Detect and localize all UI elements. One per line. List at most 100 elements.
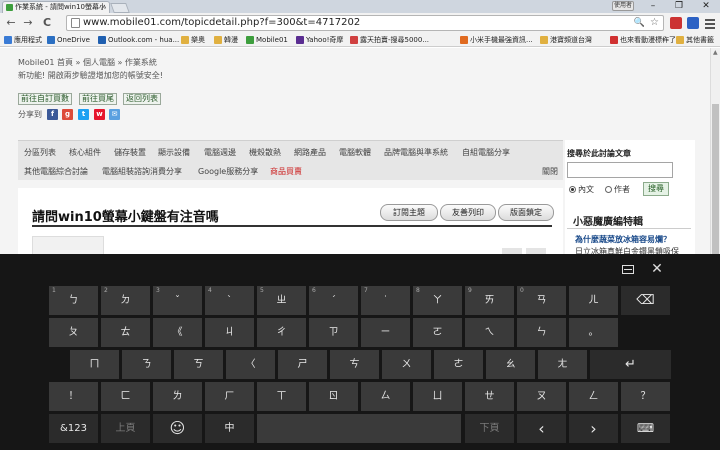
bookmark-item[interactable]: OneDrive [47, 35, 90, 45]
page-scrollbar[interactable]: ▲ [710, 48, 720, 254]
enter-key[interactable]: ↵ [590, 350, 671, 379]
key-row4[interactable]: ㄝ [465, 382, 514, 411]
bookmark-item[interactable]: Mobile01 [246, 35, 288, 45]
key-row3[interactable]: 〈 [226, 350, 275, 379]
key-row3[interactable]: ㄤ [538, 350, 587, 379]
promo-text[interactable]: 日立冰箱真鮮白金鑽黑鎖吸保 [575, 246, 679, 254]
page-info-icon[interactable] [71, 18, 80, 28]
search-button[interactable]: 搜尋 [643, 182, 669, 196]
prev-page-key[interactable]: 上頁 [101, 414, 150, 443]
key-row2[interactable]: ㄊ [101, 318, 150, 347]
key-row4[interactable]: ㄏ [205, 382, 254, 411]
key-row1[interactable]: 3ˇ [153, 286, 202, 315]
key-row3[interactable]: ㄋ [122, 350, 171, 379]
category-link[interactable]: Google服務分享 [198, 166, 258, 177]
category-link[interactable]: 其他電腦綜合討論 [24, 166, 88, 177]
back-button[interactable]: ← [4, 16, 18, 30]
browser-tab[interactable]: 作業系統 - 請問win10螢幕小 × [2, 1, 110, 13]
key-row1[interactable]: 9ㄞ [465, 286, 514, 315]
key-row1[interactable]: 0ㄢ [517, 286, 566, 315]
category-link[interactable]: 網路產品 [294, 147, 326, 158]
extension-abp-icon[interactable] [670, 17, 682, 29]
key-row3[interactable]: ㄇ [70, 350, 119, 379]
radio-content[interactable]: 內文 [569, 184, 594, 195]
key-row2[interactable]: ㄗ [309, 318, 358, 347]
twitter-icon[interactable]: t [78, 109, 89, 120]
tab-close-icon[interactable]: × [100, 2, 106, 13]
category-link[interactable]: 電腦週邊 [204, 147, 236, 158]
bookmark-item[interactable]: 應用程式 [4, 35, 42, 45]
facebook-icon[interactable]: f [47, 109, 58, 120]
reload-button[interactable]: C [40, 16, 54, 30]
key-row4[interactable]: ㄩ [413, 382, 462, 411]
category-link[interactable]: 機殼散熱 [249, 147, 281, 158]
key-row3[interactable]: ㄠ [486, 350, 535, 379]
bookmark-item[interactable]: 露天拍賣-搜尋5000... [350, 35, 429, 45]
arrow-left-key[interactable]: ‹ [517, 414, 566, 443]
category-link[interactable]: 品牌電腦與準系統 [384, 147, 448, 158]
breadcrumb[interactable]: Mobile01 首頁 » 個人電腦 » 作業系統 [18, 57, 157, 68]
backspace-key[interactable]: ⌫ [621, 286, 670, 315]
key-row1[interactable]: 7 ˙ [361, 286, 410, 315]
space-key[interactable] [257, 414, 461, 443]
key-row1[interactable]: 4ˋ [205, 286, 254, 315]
promo-link[interactable]: 為什麼蔬菜放冰箱容易爛？ [575, 234, 671, 245]
bookmark-item[interactable]: 港寶頻道台灣 [540, 35, 592, 45]
bookmark-item[interactable]: 樂奧 [181, 35, 205, 45]
key-row4[interactable]: ？ [621, 382, 670, 411]
category-link[interactable]: 顯示設備 [158, 147, 190, 158]
key-row4[interactable]: ㄖ [309, 382, 358, 411]
category-link[interactable]: 商品買賣 [270, 166, 302, 177]
goto-last-page-button[interactable]: 前往買尾 [79, 93, 117, 105]
key-row4[interactable]: ㄥ [569, 382, 618, 411]
forward-button[interactable]: → [21, 16, 35, 30]
new-tab-button[interactable] [110, 3, 130, 13]
key-row2[interactable]: ㄔ [257, 318, 306, 347]
symbols-key[interactable]: &123 [49, 414, 98, 443]
extension-translate-icon[interactable] [687, 17, 699, 29]
back-to-list-button[interactable]: 返回列表 [123, 93, 161, 105]
key-row4[interactable]: ㄒ [257, 382, 306, 411]
subscribe-thread-button[interactable]: 訂閱主題 [380, 204, 438, 221]
key-row4[interactable]: ㄙ [361, 382, 410, 411]
other-bookmarks[interactable]: 其他書籤 [676, 35, 714, 45]
key-row2[interactable]: ㄐ [205, 318, 254, 347]
close-window-button[interactable]: ✕ [693, 0, 719, 13]
bookmark-item[interactable]: 韓漫 [214, 35, 238, 45]
key-row3[interactable]: ㄕ [278, 350, 327, 379]
weibo-icon[interactable]: w [94, 109, 105, 120]
category-link[interactable]: 儲存裝置 [114, 147, 146, 158]
goto-custom-page-button[interactable]: 前往自訂買數 [18, 93, 72, 105]
bookmarks-overflow-button[interactable]: » [662, 35, 666, 45]
key-row1[interactable]: 5ㄓ [257, 286, 306, 315]
key-row2[interactable]: 《 [153, 318, 202, 347]
dock-keyboard-icon[interactable] [619, 260, 637, 278]
bookmark-star-icon[interactable]: ☆ [650, 16, 659, 30]
key-row2[interactable]: ㄛ [413, 318, 462, 347]
google-plus-icon[interactable]: g [62, 109, 73, 120]
key-row1[interactable]: ㄦ [569, 286, 618, 315]
key-row2[interactable]: ㄣ [517, 318, 566, 347]
key-row2[interactable]: ㄧ [361, 318, 410, 347]
maximize-button[interactable]: ❐ [666, 0, 692, 13]
key-row2[interactable]: 。 [569, 318, 618, 347]
arrow-right-key[interactable]: › [569, 414, 618, 443]
email-share-icon[interactable]: ✉ [109, 109, 120, 120]
key-row2[interactable]: ㄟ [465, 318, 514, 347]
category-link[interactable]: 核心組件 [69, 147, 101, 158]
scrollbar-thumb[interactable] [712, 104, 719, 254]
two-step-notice[interactable]: 新功能! 開啟兩步驗證增加您的帳號安全! [18, 70, 163, 81]
bookmark-item[interactable]: Yahoo!奇摩 [296, 35, 343, 45]
profile-badge[interactable]: 使用者 [612, 1, 634, 11]
lock-layout-button[interactable]: 版面鎖定 [498, 204, 554, 221]
category-link[interactable]: 自組電腦分享 [462, 147, 510, 158]
zoom-icon[interactable]: 🔍 [634, 16, 645, 30]
language-key[interactable]: 中 [205, 414, 254, 443]
key-row4[interactable]: ㄌ [153, 382, 202, 411]
radio-author[interactable]: 作者 [605, 184, 630, 195]
chrome-menu-icon[interactable] [705, 17, 715, 29]
next-page-key[interactable]: 下頁 [465, 414, 514, 443]
bookmark-item[interactable]: 小米手機最強資訊... [460, 35, 533, 45]
key-row1[interactable]: 2ㄉ [101, 286, 150, 315]
key-row1[interactable]: 6ˊ [309, 286, 358, 315]
